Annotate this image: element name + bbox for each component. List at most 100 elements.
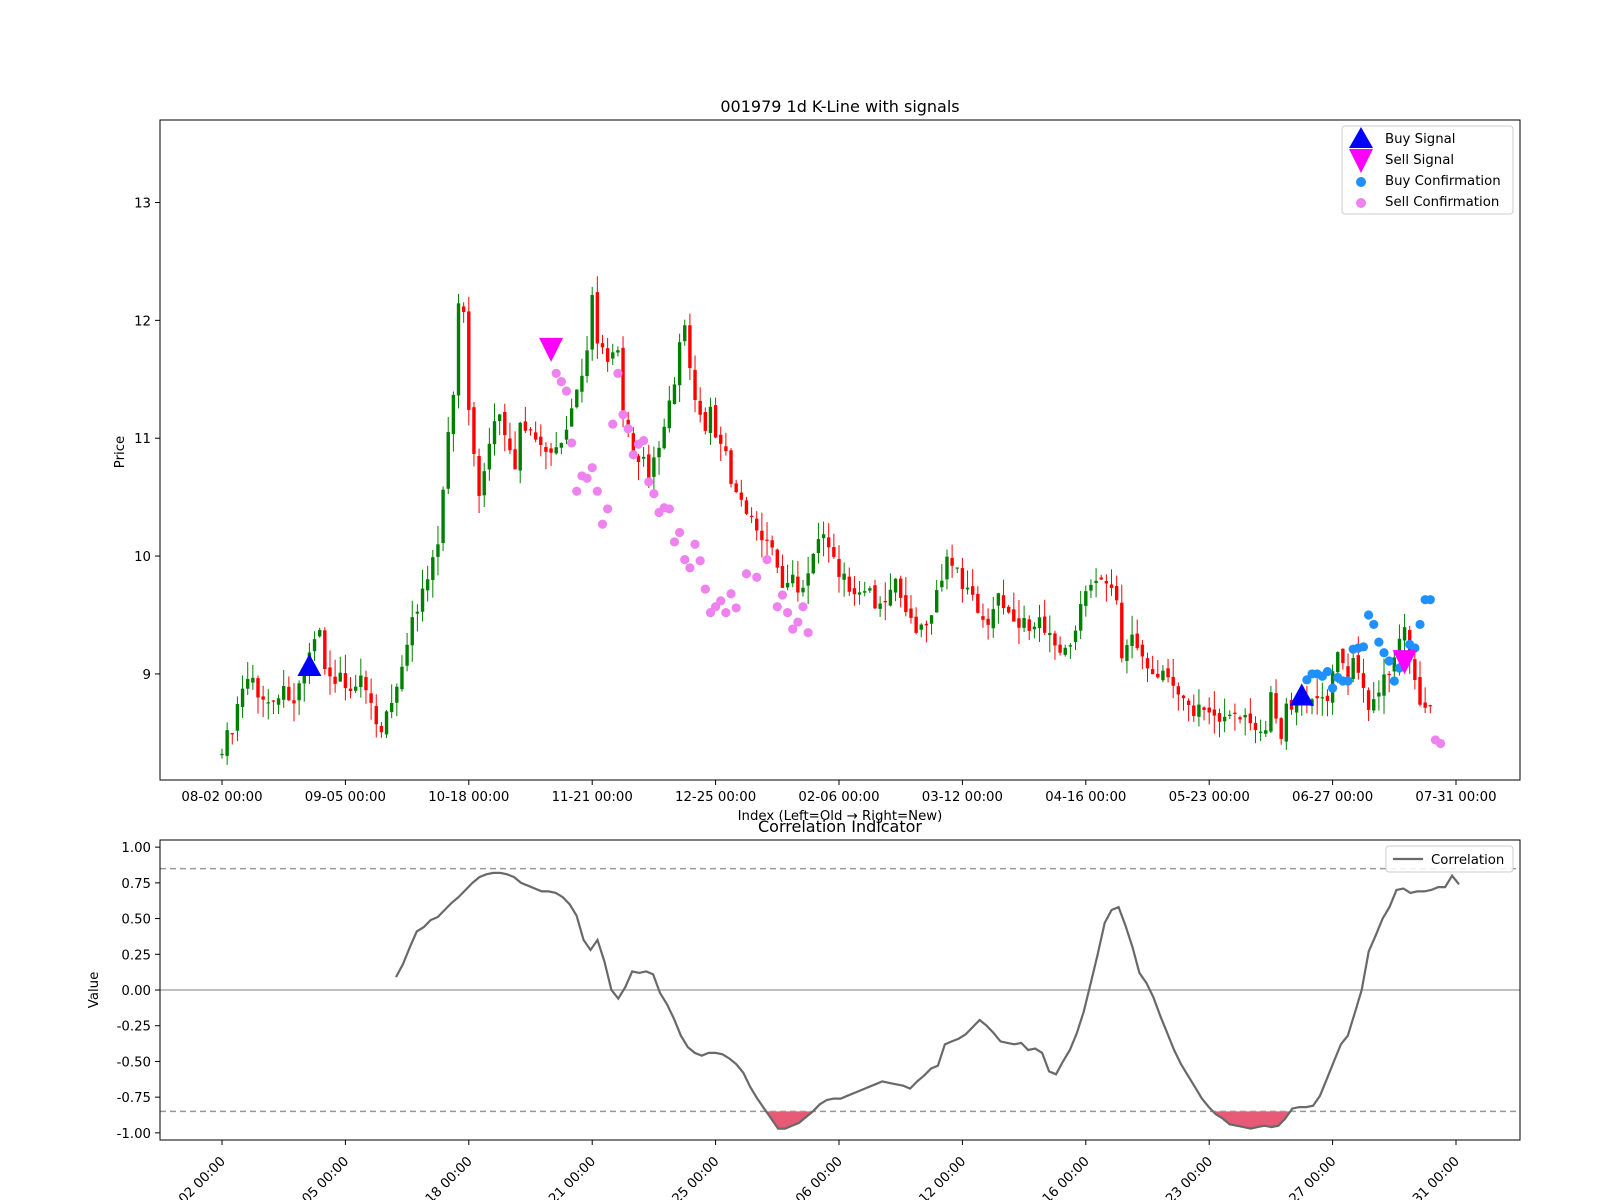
candle-body	[1161, 670, 1165, 681]
candle-body	[1336, 652, 1340, 673]
candle-body	[837, 559, 841, 577]
candle-body	[1253, 722, 1258, 731]
candle-body	[976, 593, 980, 613]
correlation-ylabel: Value	[87, 972, 102, 1009]
candle-body	[688, 325, 692, 369]
sell-confirmation-point	[741, 569, 752, 579]
sell-confirmation-point	[685, 563, 695, 573]
candle-body	[1053, 633, 1057, 646]
kline-xtick-label: 08-02 00:00	[181, 790, 262, 805]
candle-body	[909, 608, 913, 618]
candle-body	[456, 303, 461, 396]
candle-body	[580, 375, 584, 392]
candle-body	[1027, 619, 1031, 631]
candle-body	[395, 686, 399, 703]
candle-body	[251, 677, 255, 683]
sell-confirmation-point	[680, 555, 690, 565]
candle-body	[863, 591, 867, 593]
candle-body	[1351, 658, 1355, 680]
buy-confirmation-point	[1343, 676, 1353, 686]
buy-confirmation-point	[1322, 666, 1333, 677]
sell-confirmation-point	[726, 589, 736, 599]
correlation-ytick-label: -1.00	[117, 1127, 151, 1142]
sell-confirmation-point	[669, 537, 680, 547]
correlation-xtick-label: 08-02 00:00	[161, 1154, 229, 1200]
candle-body	[940, 580, 944, 588]
kline-ytick-label: 11	[134, 432, 151, 447]
candle-body	[904, 595, 908, 613]
sell-confirmation-point	[582, 473, 592, 483]
candle-body	[1382, 674, 1386, 696]
candle-body	[503, 411, 507, 436]
candle-body	[744, 500, 749, 514]
candle-body	[359, 675, 363, 688]
candle-body	[1202, 707, 1206, 710]
candle-body	[1048, 632, 1052, 636]
candle-body	[847, 576, 851, 592]
sell-confirmation-point	[777, 590, 788, 600]
candle-body	[539, 436, 543, 445]
candle-body	[292, 700, 296, 704]
candle-body	[1120, 602, 1124, 659]
candle-body	[1279, 718, 1283, 739]
candle-body	[888, 589, 893, 606]
sell-confirmation-point	[618, 410, 628, 420]
buy-confirmation-point	[1425, 595, 1435, 605]
candle-body	[276, 698, 281, 705]
candle-body	[451, 394, 456, 435]
candle-body	[1325, 695, 1330, 701]
candle-body	[246, 679, 250, 689]
candle-body	[343, 673, 348, 689]
candle-body	[497, 414, 502, 422]
candle-body	[425, 579, 430, 591]
candle-body	[1418, 677, 1422, 705]
candle-body	[328, 667, 332, 677]
candle-body	[1228, 714, 1232, 717]
candle-body	[1320, 697, 1325, 699]
candle-body	[477, 455, 481, 496]
candle-body	[1166, 668, 1170, 678]
candle-body	[641, 456, 646, 459]
candle-body	[873, 585, 877, 609]
sell-confirmation-point	[782, 608, 793, 618]
candle-body	[585, 350, 589, 377]
candle-body	[1258, 731, 1263, 733]
candle-body	[559, 442, 564, 448]
candle-body	[533, 432, 538, 440]
candle-body	[611, 352, 615, 359]
candle-body	[811, 553, 815, 574]
candle-body	[564, 429, 569, 440]
candle-body	[1217, 713, 1222, 722]
candle-body	[1012, 609, 1016, 622]
candle-body	[282, 686, 286, 700]
kline-legend: Buy Signal Sell Signal Buy Confirmation …	[1341, 125, 1514, 215]
candle-body	[605, 348, 610, 362]
candle-body	[760, 530, 764, 541]
buy-confirmation-point	[1384, 656, 1394, 666]
candle-body	[857, 592, 862, 595]
candle-body	[693, 369, 697, 401]
correlation-ytick-label: -0.25	[117, 1020, 151, 1035]
candle-body	[719, 434, 723, 444]
correlation-xtick-label: 02-06 00:00	[778, 1154, 846, 1200]
candle-body	[1104, 581, 1109, 584]
candle-body	[317, 630, 322, 637]
candle-body	[821, 534, 826, 539]
sell-confirmation-point	[721, 608, 731, 618]
candle-body	[1176, 686, 1181, 695]
candle-body	[1366, 690, 1371, 710]
kline-chart: 9 10 11 12 13 08-02 00:00 09-05 00:00 10-18 00:…	[113, 97, 1521, 824]
sell-confirmation-point	[1435, 738, 1446, 749]
candle-body	[1140, 644, 1145, 657]
candle-body	[271, 700, 276, 702]
candle-body	[1094, 580, 1098, 583]
correlation-ytick-label: 0.50	[121, 913, 151, 928]
buy-confirmation-point	[1363, 610, 1374, 620]
candle-body	[353, 686, 358, 691]
correlation-xtick-label: 05-23 00:00	[1148, 1154, 1216, 1200]
kline-xtick-label: 12-25 00:00	[675, 790, 756, 805]
candle-body	[749, 515, 754, 517]
candle-body	[780, 566, 785, 588]
series-line-correlation	[395, 871, 1460, 1130]
sell-confirmation-point	[803, 628, 813, 638]
